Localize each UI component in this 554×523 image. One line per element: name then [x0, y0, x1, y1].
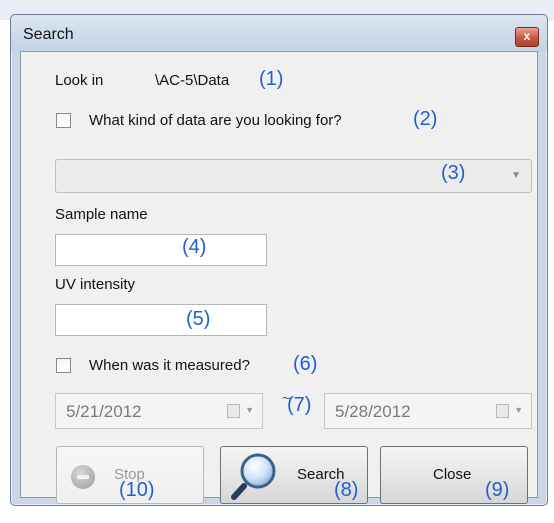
annotation-9: (9): [485, 479, 510, 501]
stop-icon: [71, 465, 95, 489]
annotation-2: (2): [413, 108, 438, 130]
window-title: Search: [23, 26, 74, 43]
annotation-8: (8): [334, 479, 359, 501]
search-dialog: Search x Look in \AC-5\Data (1) What kin…: [10, 14, 548, 506]
annotation-7: (7): [287, 394, 312, 416]
date-from-value: 5/21/2012: [66, 402, 142, 421]
look-in-label: Look in: [55, 72, 104, 89]
measured-checkbox[interactable]: [56, 358, 71, 373]
date-to-picker[interactable]: 5/28/2012 ▼: [324, 393, 532, 429]
title-bar[interactable]: Search x: [11, 15, 547, 51]
dialog-body: Look in \AC-5\Data (1) What kind of data…: [20, 51, 538, 504]
close-button[interactable]: Close (9): [380, 446, 528, 504]
data-kind-label: What kind of data are you looking for?: [89, 112, 342, 129]
stop-button[interactable]: Stop (10): [56, 446, 204, 504]
measured-label: When was it measured?: [89, 357, 250, 374]
chevron-down-icon: ▼: [514, 405, 523, 415]
look-in-path: \AC-5\Data: [155, 72, 230, 89]
data-kind-checkbox[interactable]: [56, 113, 71, 128]
calendar-icon[interactable]: [496, 404, 509, 418]
date-from-picker[interactable]: 5/21/2012 ▼: [55, 393, 263, 429]
calendar-icon[interactable]: [227, 404, 240, 418]
sample-name-input[interactable]: [55, 234, 267, 266]
annotation-5: (5): [186, 308, 211, 330]
date-to-value: 5/28/2012: [335, 402, 411, 421]
annotation-4: (4): [182, 236, 207, 258]
annotation-3: (3): [441, 162, 466, 184]
chevron-down-icon: ▼: [245, 405, 254, 415]
magnifier-icon: [231, 453, 276, 500]
close-button-label: Close: [433, 466, 472, 483]
search-button[interactable]: Search (8): [220, 446, 368, 504]
annotation-1: (1): [259, 68, 284, 90]
annotation-10: (10): [119, 479, 155, 501]
uv-intensity-label: UV intensity: [55, 276, 136, 293]
chevron-down-icon: ▼: [511, 170, 521, 181]
sample-name-label: Sample name: [55, 206, 148, 223]
close-window-button[interactable]: x: [515, 27, 539, 47]
annotation-6: (6): [293, 353, 318, 375]
uv-intensity-input[interactable]: [55, 304, 267, 336]
